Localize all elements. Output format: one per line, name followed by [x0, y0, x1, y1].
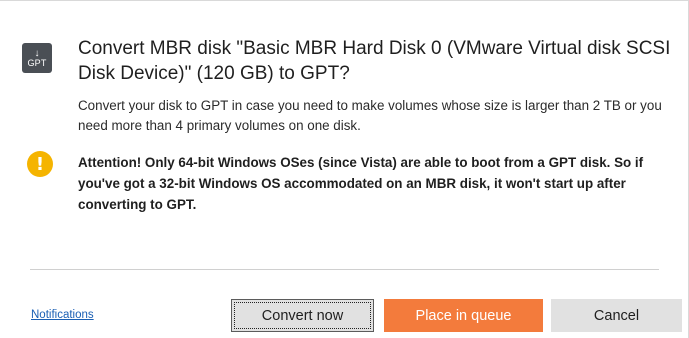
down-arrow-icon: ↓ — [34, 47, 40, 59]
dialog-description: Convert your disk to GPT in case you nee… — [78, 98, 662, 133]
dialog-top-border — [0, 0, 689, 1]
notifications-link[interactable]: Notifications — [31, 309, 94, 321]
convert-to-gpt-dialog: ↓ GPT Convert MBR disk "Basic MBR Hard D… — [0, 0, 689, 338]
place-in-queue-button[interactable]: Place in queue — [384, 299, 543, 332]
warning-text: Attention! Only 64-bit Windows OSes (sin… — [78, 155, 644, 212]
footer-divider — [30, 269, 659, 270]
warning-icon: ! — [27, 151, 53, 177]
dialog-title: Convert MBR disk "Basic MBR Hard Disk 0 … — [78, 38, 671, 84]
gpt-icon-label: GPT — [27, 57, 47, 68]
convert-now-button[interactable]: Convert now — [231, 299, 374, 332]
cancel-button[interactable]: Cancel — [551, 299, 682, 332]
gpt-disk-icon: ↓ GPT — [22, 43, 52, 73]
